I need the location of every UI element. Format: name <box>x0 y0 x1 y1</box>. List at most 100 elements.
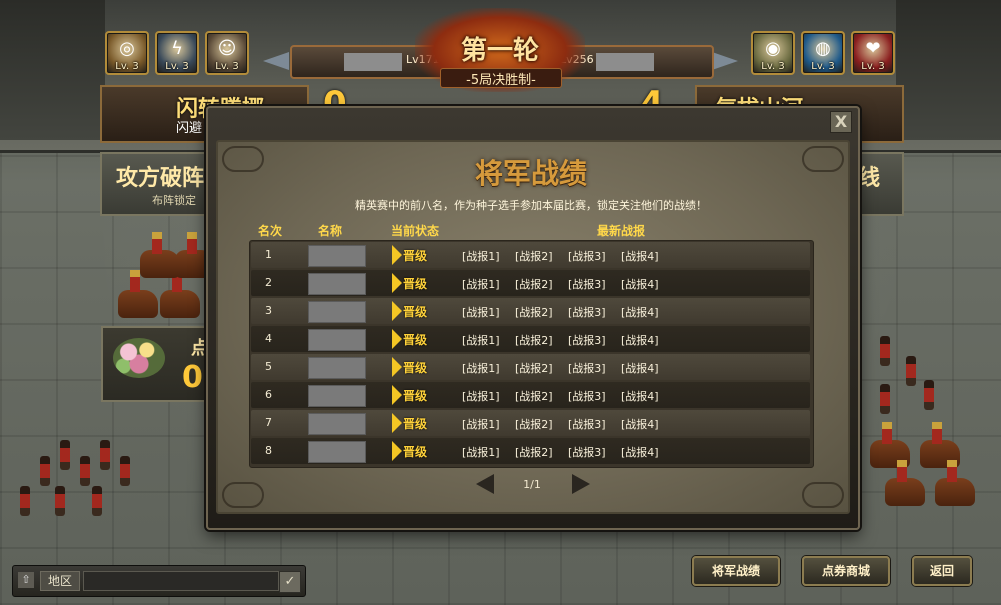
column-header-status: 当前状态 <box>391 224 440 238</box>
table-row: 3 晋级 [战报1] [战报2] [战报3] [战报4] <box>251 298 810 324</box>
skill-level: Lv. 3 <box>165 61 189 72</box>
battle-report-link[interactable]: [战报3] <box>568 332 606 348</box>
battle-report-link[interactable]: [战报2] <box>515 416 553 432</box>
table-row: 2 晋级 [战报1] [战报2] [战报3] [战报4] <box>251 270 810 296</box>
rank-number: 8 <box>265 444 272 457</box>
battle-report-link[interactable]: [战报3] <box>568 416 606 432</box>
status-badge: 晋级 <box>392 329 446 349</box>
skill-icon[interactable]: ◉ Lv. 3 <box>751 31 795 75</box>
battle-report-link[interactable]: [战报3] <box>568 444 606 460</box>
battle-report-link[interactable]: [战报1] <box>462 276 500 292</box>
skill-icon[interactable]: ❤ Lv. 3 <box>851 31 895 75</box>
skill-icon[interactable]: ◎ Lv. 3 <box>105 31 149 75</box>
skill-level: Lv. 3 <box>811 61 835 72</box>
ornament-corner-icon <box>222 482 264 508</box>
battle-report-link[interactable]: [战报1] <box>462 332 500 348</box>
next-page-button[interactable] <box>572 474 590 494</box>
dialog-title: 将军战绩 <box>474 157 587 190</box>
skill-icon[interactable]: ◍ Lv. 3 <box>801 31 845 75</box>
flower-value: 0 <box>182 360 203 395</box>
left-arrow-icon <box>263 52 289 70</box>
status-label: 晋级 <box>403 277 428 291</box>
promotion-arrow-icon <box>392 329 402 349</box>
skill-glyph-icon: ❤ <box>865 38 881 59</box>
table-row: 8 晋级 [战报1] [战报2] [战报3] [战报4] <box>251 438 810 464</box>
player-name-redacted <box>308 441 366 463</box>
battle-report-link[interactable]: [战报1] <box>462 304 500 320</box>
dialog-description: 精英赛中的前八名，作为种子选手参加本届比赛，锁定关注他们的战绩！ <box>355 199 707 212</box>
skill-level: Lv. 3 <box>215 61 239 72</box>
expand-chat-icon[interactable]: ⇧ <box>18 572 34 588</box>
battle-report-link[interactable]: [战报4] <box>621 276 659 292</box>
status-badge: 晋级 <box>392 273 446 293</box>
chat-bar: ⇧ 地区 ✓ <box>12 565 306 597</box>
status-label: 晋级 <box>403 249 428 263</box>
battle-report-link[interactable]: [战报4] <box>621 416 659 432</box>
status-label: 晋级 <box>403 333 428 347</box>
table-row: 4 晋级 [战报1] [战报2] [战报3] [战报4] <box>251 326 810 352</box>
skill-icon[interactable]: ϟ Lv. 3 <box>155 31 199 75</box>
battle-report-link[interactable]: [战报3] <box>568 276 606 292</box>
skill-glyph-icon: ϟ <box>171 38 183 59</box>
coupon-shop-button[interactable]: 点券商城 <box>802 556 890 586</box>
battle-report-link[interactable]: [战报1] <box>462 416 500 432</box>
chat-input[interactable] <box>83 571 279 591</box>
chat-channel-button[interactable]: 地区 <box>40 571 80 591</box>
battle-report-link[interactable]: [战报2] <box>515 276 553 292</box>
promotion-arrow-icon <box>392 245 402 265</box>
battle-report-link[interactable]: [战报2] <box>515 388 553 404</box>
battle-report-link[interactable]: [战报3] <box>568 360 606 376</box>
previous-page-button[interactable] <box>476 474 494 494</box>
ornament-corner-icon <box>802 482 844 508</box>
player-name-redacted <box>308 385 366 407</box>
battle-report-link[interactable]: [战报1] <box>462 444 500 460</box>
status-label: 晋级 <box>403 445 428 459</box>
close-button[interactable]: X <box>830 111 852 133</box>
promotion-arrow-icon <box>392 357 402 377</box>
battle-report-link[interactable]: [战报1] <box>462 360 500 376</box>
promotion-arrow-icon <box>392 385 402 405</box>
battle-report-link[interactable]: [战报4] <box>621 388 659 404</box>
flower-bouquet-icon <box>113 338 165 378</box>
battle-report-link[interactable]: [战报2] <box>515 248 553 264</box>
back-button[interactable]: 返回 <box>912 556 972 586</box>
status-badge: 晋级 <box>392 385 446 405</box>
skill-glyph-icon: ◉ <box>765 38 781 59</box>
battle-report-link[interactable]: [战报1] <box>462 388 500 404</box>
right-tower <box>896 0 1001 140</box>
battle-report-link[interactable]: [战报1] <box>462 248 500 264</box>
general-records-button[interactable]: 将军战绩 <box>692 556 780 586</box>
battle-report-link[interactable]: [战报3] <box>568 304 606 320</box>
player-name-redacted <box>308 301 366 323</box>
status-badge: 晋级 <box>392 441 446 461</box>
column-header-reports: 最新战报 <box>597 224 646 238</box>
ornament-corner-icon <box>802 146 844 172</box>
player-name-redacted <box>308 245 366 267</box>
skill-glyph-icon: ◎ <box>119 38 135 59</box>
send-check-icon[interactable]: ✓ <box>279 571 301 593</box>
battle-report-link[interactable]: [战报2] <box>515 444 553 460</box>
battle-report-link[interactable]: [战报3] <box>568 248 606 264</box>
formation-sub: 布阵锁定 <box>152 194 196 207</box>
player-name-redacted <box>308 413 366 435</box>
promotion-arrow-icon <box>392 273 402 293</box>
battle-report-link[interactable]: [战报2] <box>515 304 553 320</box>
battle-report-link[interactable]: [战报2] <box>515 360 553 376</box>
battle-report-link[interactable]: [战报4] <box>621 444 659 460</box>
round-title: 第一轮 <box>460 36 539 66</box>
player-name-redacted <box>308 329 366 351</box>
promotion-arrow-icon <box>392 413 402 433</box>
skill-icon[interactable]: ☺ Lv. 3 <box>205 31 249 75</box>
left-tower <box>0 0 105 140</box>
table-row: 6 晋级 [战报1] [战报2] [战报3] [战报4] <box>251 382 810 408</box>
battle-report-link[interactable]: [战报4] <box>621 332 659 348</box>
player-name-redacted <box>308 357 366 379</box>
battle-report-link[interactable]: [战报2] <box>515 332 553 348</box>
battle-report-link[interactable]: [战报4] <box>621 304 659 320</box>
battle-report-link[interactable]: [战报4] <box>621 360 659 376</box>
battle-report-link[interactable]: [战报3] <box>568 388 606 404</box>
battle-report-link[interactable]: [战报4] <box>621 248 659 264</box>
status-label: 晋级 <box>403 305 428 319</box>
skill-glyph-icon: ☺ <box>217 38 237 59</box>
left-banner-sub: 闪避 <box>176 121 203 136</box>
